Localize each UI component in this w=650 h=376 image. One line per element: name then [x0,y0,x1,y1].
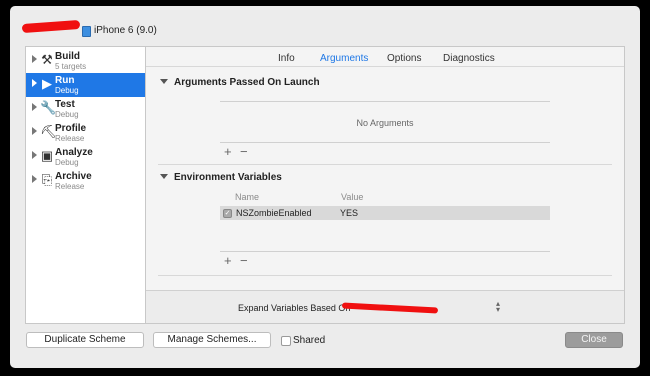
disclosure-triangle-icon[interactable] [32,127,37,135]
tab-bar: Info Arguments Options Diagnostics [146,47,624,67]
row-enabled-checkbox[interactable]: ✓ [223,209,232,218]
iphone-icon [82,26,91,37]
sidebar-item-label: Analyze [55,147,93,158]
scheme-detail-pane: Info Arguments Options Diagnostics Argum… [145,46,625,324]
shared-checkbox[interactable] [281,336,291,346]
wrench-icon: 🔧 [40,100,57,115]
sidebar-item-analyze[interactable]: ▣ Analyze Debug [26,145,145,169]
archive-icon: ⎘ [41,172,53,187]
section-title: Environment Variables [174,172,282,183]
tab-diagnostics[interactable]: Diagnostics [443,53,495,64]
scheme-action-list: ⚒ Build 5 targets ▶ Run Debug 🔧 Test Deb… [25,46,145,324]
env-var-name[interactable]: NSZombieEnabled [236,208,312,218]
disclosure-triangle-icon[interactable] [160,79,168,84]
tab-info[interactable]: Info [278,53,295,64]
sidebar-item-label: Archive [55,171,92,182]
sidebar-item-test[interactable]: 🔧 Test Debug [26,97,145,121]
sidebar-item-label: Run [55,75,75,86]
disclosure-triangle-icon[interactable] [32,55,37,63]
redaction-mark [21,19,81,34]
title-bar: iPhone 6 (9.0) [10,6,640,46]
section-title: Arguments Passed On Launch [174,77,320,88]
table-row[interactable]: ✓ NSZombieEnabled YES [220,206,550,220]
remove-env-var-button[interactable]: − [240,254,248,267]
add-env-var-button[interactable]: + [224,254,232,267]
close-button[interactable]: Close [565,332,623,348]
shared-checkbox-label[interactable]: Shared [293,335,325,346]
arguments-section-header[interactable]: Arguments Passed On Launch [160,77,320,88]
sidebar-item-sublabel: Debug [55,110,79,119]
sidebar-item-label: Build [55,51,80,62]
disclosure-triangle-icon[interactable] [32,151,37,159]
arguments-table[interactable]: No Arguments [220,101,550,143]
section-divider [158,275,612,276]
remove-argument-button[interactable]: − [240,145,248,158]
duplicate-scheme-button[interactable]: Duplicate Scheme [26,332,144,348]
disclosure-triangle-icon[interactable] [160,174,168,179]
sidebar-item-label: Test [55,99,75,110]
disclosure-triangle-icon[interactable] [32,175,37,183]
environment-table[interactable] [220,220,550,252]
sidebar-item-sublabel: Debug [55,86,79,95]
sidebar-item-run[interactable]: ▶ Run Debug [26,73,145,97]
disclosure-triangle-icon[interactable] [32,79,37,87]
env-var-value[interactable]: YES [340,208,358,218]
redaction-mark [341,302,439,314]
hammer-icon: ⚒ [41,52,53,67]
expand-variables-row: Expand Variables Based On ▴ ▾ [146,290,624,323]
sidebar-item-build[interactable]: ⚒ Build 5 targets [26,49,145,73]
sidebar-item-sublabel: Debug [55,158,79,167]
tab-arguments[interactable]: Arguments [320,53,368,64]
tab-options[interactable]: Options [387,53,421,64]
sidebar-item-archive[interactable]: ⎘ Archive Release [26,169,145,193]
column-header-value[interactable]: Value [341,192,363,202]
empty-table-message: No Arguments [356,118,414,128]
manage-schemes-button[interactable]: Manage Schemes... [153,332,271,348]
column-header-name[interactable]: Name [235,192,259,202]
sidebar-item-sublabel: 5 targets [55,62,87,71]
destination-label[interactable]: iPhone 6 (9.0) [94,25,157,36]
analyze-icon: ▣ [40,148,54,163]
sidebar-item-sublabel: Release [55,182,85,191]
popup-chevron-icon[interactable]: ▴ ▾ [494,300,502,314]
sidebar-item-label: Profile [55,123,87,134]
expand-variables-label: Expand Variables Based On [238,303,351,313]
sidebar-item-profile[interactable]: ⛏ Profile Release [26,121,145,145]
play-icon: ▶ [42,76,52,91]
environment-section-header[interactable]: Environment Variables [160,172,282,183]
disclosure-triangle-icon[interactable] [32,103,37,111]
add-argument-button[interactable]: + [224,145,232,158]
scheme-editor-window: iPhone 6 (9.0) ⚒ Build 5 targets ▶ Run D… [10,6,640,368]
instruments-icon: ⛏ [40,124,57,139]
sidebar-item-sublabel: Release [55,134,85,143]
section-divider [158,164,612,165]
